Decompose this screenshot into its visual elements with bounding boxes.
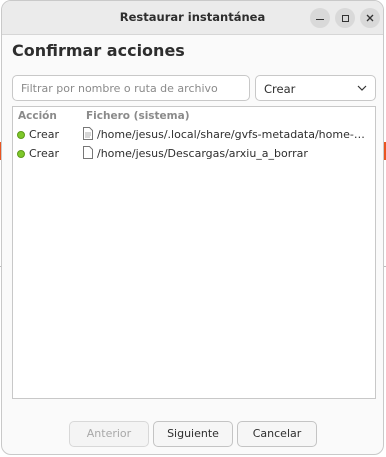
minimize-icon bbox=[316, 19, 324, 20]
column-header-file[interactable]: Fichero (sistema) bbox=[86, 110, 190, 122]
page-heading: Confirmar acciones bbox=[12, 41, 185, 60]
row-action: Crear bbox=[29, 128, 59, 141]
blank-file-icon bbox=[83, 146, 93, 159]
restore-snapshot-dialog: Restaurar instantánea Confirmar acciones… bbox=[1, 0, 384, 455]
close-button[interactable] bbox=[360, 8, 380, 28]
action-filter-select[interactable]: Crear bbox=[255, 75, 376, 101]
create-status-icon bbox=[17, 131, 25, 139]
filter-input[interactable]: Filtrar por nombre o ruta de archivo bbox=[12, 75, 250, 101]
row-action: Crear bbox=[29, 147, 59, 160]
maximize-icon bbox=[341, 14, 349, 22]
next-button[interactable]: Siguiente bbox=[153, 421, 233, 447]
title-bar: Restaurar instantánea bbox=[2, 1, 383, 35]
table-row[interactable]: Crear /home/jesus/Descargas/arxiu_a_borr… bbox=[13, 145, 375, 164]
close-icon bbox=[366, 14, 374, 22]
action-filter-value: Crear bbox=[264, 82, 296, 96]
column-header-action[interactable]: Acción bbox=[18, 110, 57, 122]
minimize-button[interactable] bbox=[310, 8, 330, 28]
create-status-icon bbox=[17, 150, 25, 158]
table-row[interactable]: Crear /home/jesus/.local/share/gvfs-meta… bbox=[13, 126, 375, 145]
row-path: /home/jesus/.local/share/gvfs-metadata/h… bbox=[97, 128, 365, 141]
row-path: /home/jesus/Descargas/arxiu_a_borrar bbox=[97, 147, 308, 160]
text-file-icon bbox=[83, 127, 93, 140]
actions-table[interactable]: Acción Fichero (sistema) Crear /home/jes… bbox=[12, 106, 376, 399]
filter-placeholder: Filtrar por nombre o ruta de archivo bbox=[21, 82, 218, 95]
maximize-button[interactable] bbox=[335, 8, 355, 28]
back-button[interactable]: Anterior bbox=[69, 421, 149, 447]
chevron-down-icon bbox=[357, 85, 367, 91]
cancel-button[interactable]: Cancelar bbox=[237, 421, 317, 447]
